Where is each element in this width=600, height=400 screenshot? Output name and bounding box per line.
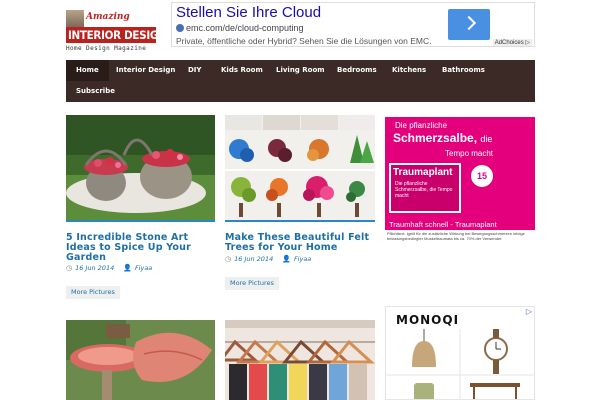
logo-title: INTERIOR DESIGN	[66, 27, 156, 43]
ad-headline-line1: Die pflanzliche	[395, 121, 448, 130]
ad-legal-text: Pflichttext: Igelit für die zusätzliche …	[385, 230, 535, 242]
nav-bathrooms[interactable]: Bathrooms	[442, 60, 485, 81]
ad-arrow-button[interactable]	[448, 9, 490, 40]
user-icon: 👤	[123, 264, 132, 272]
nav-bedrooms[interactable]: Bedrooms	[337, 60, 377, 81]
post-image-closet-hangers[interactable]	[225, 320, 375, 400]
product-brand: Traumaplant	[393, 167, 453, 178]
ad-title[interactable]: Stellen Sie Ihre Cloud	[176, 4, 321, 21]
post-author[interactable]: Fiyaa	[135, 264, 152, 272]
nav-subscribe[interactable]: Subscribe	[76, 81, 115, 102]
nav-diy[interactable]: DIY	[188, 60, 201, 81]
main-navigation: Home Interior Design DIY Kids Room Livin…	[66, 60, 535, 102]
product-pack-text: Die pflanzliche Schmerzsalbe, die Tempo …	[395, 181, 453, 199]
monoqi-ad[interactable]: MONOQI ▷	[385, 306, 535, 400]
nav-kids-room[interactable]: Kids Room	[221, 60, 263, 81]
clock-icon: ◷	[66, 264, 73, 272]
ad-description: Private, öffentliche oder Hybrid? Sehen …	[176, 36, 432, 46]
more-pictures-button[interactable]: More Pictures	[66, 286, 120, 299]
clock-icon: ◷	[225, 255, 232, 263]
post-meta: ◷ 16 Jun 2014 👤 Fiyaa	[225, 255, 311, 263]
logo-tagline: Home Design Magazine	[66, 45, 147, 52]
post-author[interactable]: Fiyaa	[294, 255, 311, 263]
stone-art-photo	[66, 115, 215, 220]
site-logo[interactable]: Amazing INTERIOR DESIGN Home Design Maga…	[66, 10, 160, 56]
ad-headline-die: die	[480, 134, 493, 144]
felt-trees-photo	[225, 115, 375, 220]
globe-icon	[176, 24, 184, 32]
logo-amazing-text: Amazing	[86, 12, 130, 22]
nav-living-room[interactable]: Living Room	[276, 60, 325, 81]
adchoices-icon[interactable]: ▷	[526, 307, 532, 316]
nav-interior-design[interactable]: Interior Design	[116, 60, 175, 81]
leaf-birdbath-photo	[66, 320, 215, 400]
ad-url[interactable]: emc.com/de/cloud-computing	[176, 23, 304, 33]
nav-kitchens[interactable]: Kitchens	[392, 60, 426, 81]
user-icon: 👤	[282, 255, 291, 263]
traumaplant-ad[interactable]: Die pflanzliche Schmerzsalbe, die Tempo …	[385, 117, 535, 242]
closet-hangers-photo	[225, 320, 375, 400]
post-title[interactable]: 5 Incredible Stone Art Ideas to Spice Up…	[66, 233, 216, 263]
ad-headline-word: Schmerzsalbe,	[393, 131, 478, 145]
product-badge: 15	[471, 165, 493, 187]
nav-home[interactable]: Home	[66, 60, 109, 81]
ad-url-text: emc.com/de/cloud-computing	[186, 23, 304, 33]
post-date[interactable]: 16 Jun 2014	[234, 255, 273, 263]
monoqi-logo: MONOQI	[396, 313, 460, 327]
ad-slogan: Traumhaft schnell - Traumaplant	[389, 220, 497, 229]
adchoices-label[interactable]: AdChoices ▷	[492, 39, 532, 46]
monoqi-products	[386, 329, 534, 399]
top-banner-ad[interactable]: Stellen Sie Ihre Cloud emc.com/de/cloud-…	[171, 2, 535, 47]
post-image-stone-art[interactable]	[66, 115, 215, 222]
post-image-leaf-birdbath[interactable]	[66, 320, 215, 400]
post-title[interactable]: Make These Beautiful Felt Trees for Your…	[225, 233, 375, 253]
post-date[interactable]: 16 Jun 2014	[75, 264, 114, 272]
ad-headline-line3: Tempo macht	[445, 149, 494, 158]
more-pictures-button[interactable]: More Pictures	[225, 277, 279, 290]
post-meta: ◷ 16 Jun 2014 👤 Fiyaa	[66, 264, 152, 272]
post-image-felt-trees[interactable]	[225, 115, 375, 222]
ad-headline-line2: Schmerzsalbe, die	[393, 131, 492, 145]
product-pack: Traumaplant Die pflanzliche Schmerzsalbe…	[389, 163, 461, 213]
